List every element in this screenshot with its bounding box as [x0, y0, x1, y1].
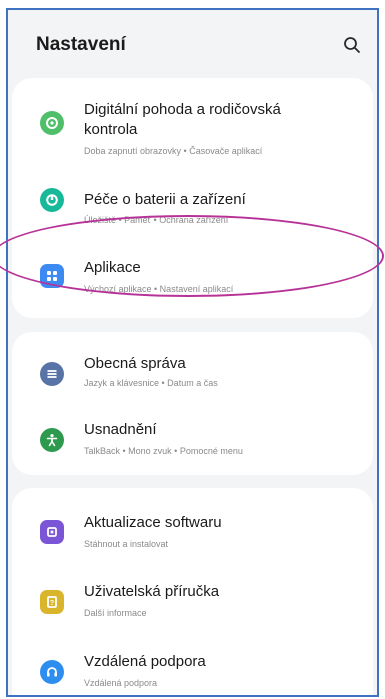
settings-item-subtitle: Úložiště • Paměť • Ochrana zařízení [84, 215, 229, 225]
page-title: Nastavení [36, 34, 126, 55]
software-update-icon [40, 520, 64, 544]
settings-item-subtitle: Stáhnout a instalovat [84, 539, 169, 549]
settings-item-label: Aktualizace softwaru [84, 514, 222, 531]
settings-item-subtitle: Výchozí aplikace • Nastavení aplikací [84, 284, 234, 294]
settings-item-label: Digitální pohoda a rodičovská [84, 101, 281, 118]
settings-item-digital-wellbeing[interactable]: Digitální pohoda a rodičovská kontrola D… [12, 78, 373, 158]
settings-item-software-update[interactable]: Aktualizace softwaru Stáhnout a instalov… [12, 488, 373, 558]
settings-item-label: Vzdálená podpora [84, 653, 206, 670]
user-manual-icon: ? [40, 590, 64, 614]
search-icon[interactable] [339, 32, 365, 58]
svg-text:?: ? [50, 600, 54, 607]
settings-item-accessibility[interactable]: Usnadnění TalkBack • Mono zvuk • Pomocné… [12, 406, 373, 472]
accessibility-icon [40, 428, 64, 452]
apps-icon [40, 264, 64, 288]
digital-wellbeing-icon [40, 111, 64, 135]
settings-item-subtitle: Vzdálená podpora [84, 678, 158, 688]
settings-item-subtitle: Další informace [84, 608, 147, 618]
settings-header: Nastavení [8, 10, 377, 80]
settings-card-general: Obecná správa Jazyk a klávesnice • Datum… [12, 332, 373, 475]
settings-item-subtitle: Jazyk a klávesnice • Datum a čas [84, 378, 218, 388]
device-care-icon [40, 188, 64, 212]
settings-item-battery-device-care[interactable]: Péče o baterii a zařízení Úložiště • Pam… [12, 178, 373, 238]
settings-card-support: Aktualizace softwaru Stáhnout a instalov… [12, 488, 373, 695]
settings-item-remote-support[interactable]: Vzdálená podpora Vzdálená podpora [12, 638, 373, 695]
settings-item-apps[interactable]: Aplikace Výchozí aplikace • Nastavení ap… [12, 252, 373, 312]
settings-item-label: Uživatelská příručka [84, 583, 220, 600]
settings-item-subtitle: Doba zapnutí obrazovky • Časovače aplika… [84, 146, 263, 156]
settings-item-label: Aplikace [84, 259, 141, 276]
settings-card-personal: Digitální pohoda a rodičovská kontrola D… [12, 78, 373, 318]
settings-item-label: Usnadnění [84, 421, 157, 438]
settings-item-subtitle: TalkBack • Mono zvuk • Pomocné menu [84, 446, 243, 456]
general-management-icon [40, 362, 64, 386]
settings-item-label-line2: kontrola [84, 121, 138, 138]
settings-item-user-manual[interactable]: ? Uživatelská příručka Další informace [12, 570, 373, 630]
settings-item-label: Péče o baterii a zařízení [84, 191, 246, 208]
settings-item-general-management[interactable]: Obecná správa Jazyk a klávesnice • Datum… [12, 332, 373, 402]
settings-item-label: Obecná správa [84, 355, 186, 372]
remote-support-icon [40, 660, 64, 684]
settings-screen: Nastavení Digitální pohoda a rodičovská … [6, 8, 379, 697]
